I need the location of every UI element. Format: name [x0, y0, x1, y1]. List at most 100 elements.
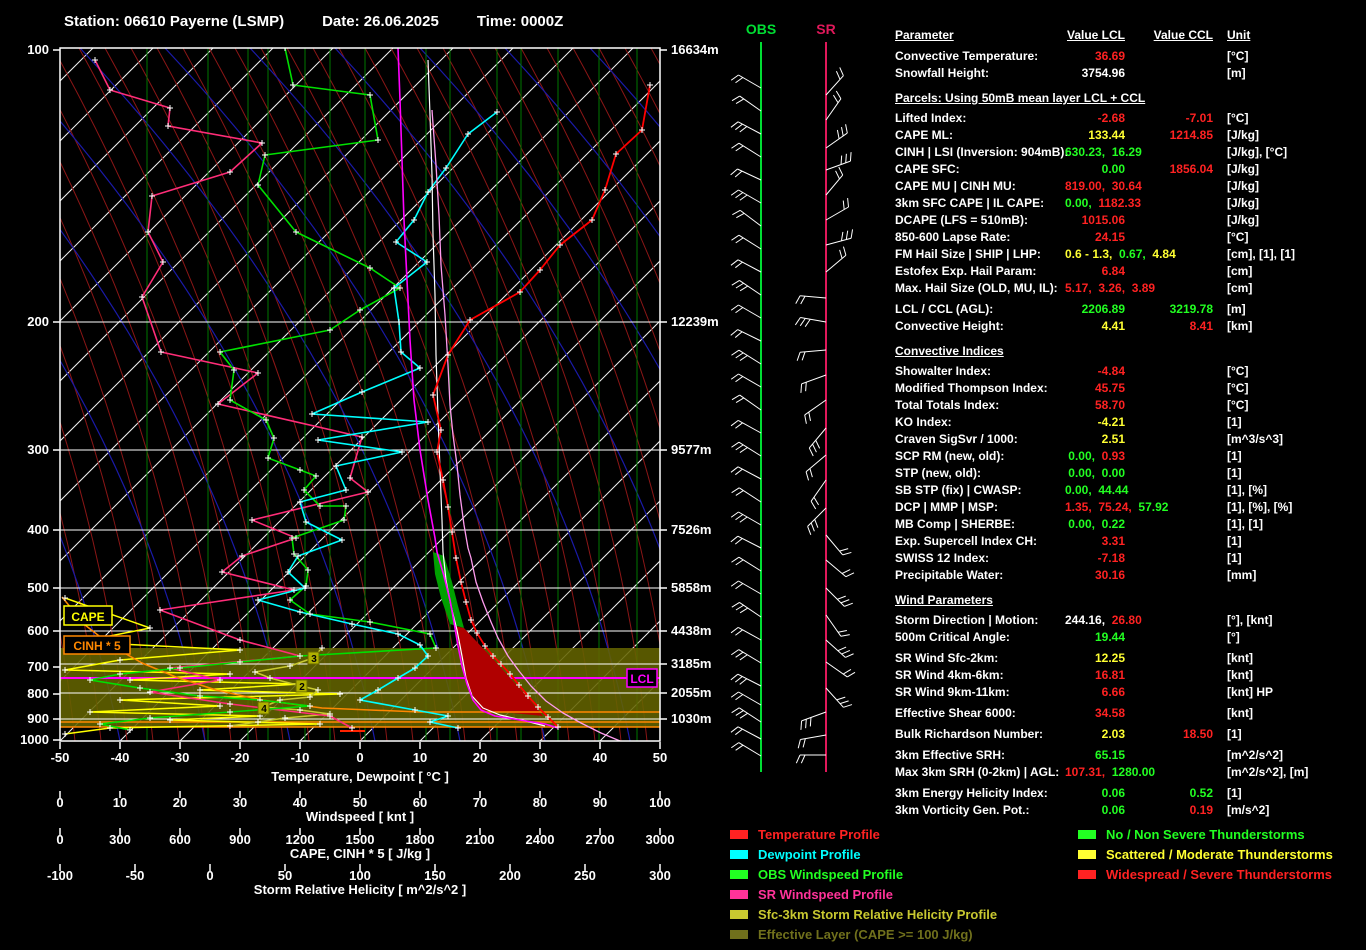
value-ccl [1125, 246, 1213, 263]
header-value-lcl: Value LCL [1066, 28, 1125, 42]
value-lcl: 0.6 - 1.3, 0.67, 4.84 [1065, 247, 1176, 261]
profile-legend-item: Dewpoint Profile [730, 844, 997, 864]
svg-text:4: 4 [261, 704, 267, 715]
param-label: SR Wind Sfc-2km: [895, 651, 999, 665]
unit-label: [m] [1227, 66, 1246, 80]
svg-text:100: 100 [27, 42, 49, 57]
svg-text:40: 40 [293, 795, 307, 810]
svg-text:300: 300 [109, 832, 131, 847]
param-label: Total Totals Index: [895, 398, 1000, 412]
param-label: Craven SigSvr / 1000: [895, 432, 1018, 446]
table-row: CINH | LSI (Inversion: 904mB): 630.23, 16… [895, 144, 1366, 161]
value-ccl [1125, 363, 1213, 380]
unit-label: [°C] [1227, 230, 1249, 244]
svg-text:600: 600 [27, 623, 49, 638]
value-ccl [1125, 178, 1213, 195]
value-lcl: 1.35, 75.24, 57.92 [1065, 500, 1169, 514]
unit-label: [°C] [1227, 398, 1249, 412]
svg-text:Windspeed [ knt ]: Windspeed [ knt ] [306, 809, 414, 824]
value-ccl [1125, 764, 1213, 781]
table-row: Exp. Supercell Index CH: 3.31 [1] [895, 533, 1366, 550]
param-label: Showalter Index: [895, 364, 992, 378]
param-label: DCAPE (LFS = 510mB): [895, 213, 1029, 227]
svg-text:1800: 1800 [406, 832, 435, 847]
svg-text:2: 2 [299, 682, 305, 693]
unit-label: [J/kg] [1227, 213, 1260, 227]
value-ccl [1125, 280, 1213, 297]
table-row: MB Comp | SHERBE: 0.00, 0.22 [1], [1] [895, 516, 1366, 533]
svg-text:2055m: 2055m [671, 685, 711, 700]
value-ccl: 3219.78 [1169, 302, 1213, 316]
value-lcl: 0.00, 0.93 [1068, 449, 1125, 463]
value-lcl: 2.03 [1101, 727, 1125, 741]
svg-text:CINH * 5: CINH * 5 [73, 639, 121, 653]
value-lcl: 0.06 [1101, 803, 1125, 817]
header-parameter: Parameter [895, 28, 954, 42]
value-ccl [1125, 482, 1213, 499]
value-ccl [1125, 629, 1213, 646]
svg-text:2100: 2100 [466, 832, 495, 847]
table-row: Storm Direction | Motion: 244.16, 26.80 [°… [895, 612, 1366, 629]
svg-text:Storm Relative Helicity [ m^2: Storm Relative Helicity [ m^2/s^2 ] [254, 882, 466, 897]
value-lcl: 5.17, 3.26, 3.89 [1065, 281, 1156, 295]
svg-text:OBS: OBS [746, 21, 776, 37]
param-label: 3km SFC CAPE | IL CAPE: [895, 196, 1045, 210]
unit-label: [°C] [1227, 49, 1249, 63]
unit-label: [1] [1227, 449, 1242, 463]
table-row: DCAPE (LFS = 510mB): 1015.06 [J/kg] [895, 212, 1366, 229]
value-lcl: 244.16, 26.80 [1065, 613, 1142, 627]
unit-label: [1], [%], [%] [1227, 500, 1293, 514]
table-row: Convective Temperature: 36.69 [°C] [895, 48, 1366, 65]
svg-text:1500: 1500 [346, 832, 375, 847]
legend-swatch-icon [1078, 869, 1096, 879]
profile-legend-item: OBS Windspeed Profile [730, 864, 997, 884]
table-row: Precipitable Water: 30.16 [mm] [895, 567, 1366, 584]
value-ccl [1125, 380, 1213, 397]
svg-text:3: 3 [311, 654, 317, 665]
legend-swatch-icon [1078, 829, 1096, 839]
param-label: Max. Hail Size (OLD, MU, IL): [895, 281, 1058, 295]
value-ccl [1125, 263, 1213, 280]
severity-legend: No / Non Severe Thunderstorms Scattered /… [1078, 824, 1333, 884]
value-ccl [1125, 550, 1213, 567]
value-ccl [1125, 144, 1213, 161]
table-row: 3km Vorticity Gen. Pot.: 0.06 0.19 [m/s^2] [895, 802, 1366, 819]
param-label: Max 3km SRH (0-2km) | AGL: [895, 765, 1060, 779]
unit-label: [°] [1227, 630, 1240, 644]
header-unit: Unit [1227, 28, 1251, 42]
svg-text:700: 700 [27, 659, 49, 674]
legend-swatch-icon [1078, 849, 1096, 859]
param-label: Lifted Index: [895, 111, 967, 125]
value-ccl [1125, 705, 1213, 722]
svg-text:2400: 2400 [526, 832, 555, 847]
svg-text:40: 40 [593, 750, 607, 765]
value-ccl: 0.52 [1189, 786, 1213, 800]
value-lcl: -4.21 [1097, 415, 1125, 429]
legend-swatch-icon [730, 829, 748, 839]
unit-label: [J/kg] [1227, 162, 1260, 176]
param-label: Estofex Exp. Hail Param: [895, 264, 1037, 278]
unit-label: [°C] [1227, 381, 1249, 395]
param-label: MB Comp | SHERBE: [895, 517, 1016, 531]
value-lcl: 6.84 [1101, 264, 1125, 278]
svg-text:-50: -50 [126, 868, 145, 883]
svg-text:-50: -50 [51, 750, 70, 765]
svg-text:2700: 2700 [586, 832, 615, 847]
table-row: 3km SFC CAPE | IL CAPE: 0.00, 1182.33 [J/k… [895, 195, 1366, 212]
svg-text:5858m: 5858m [671, 580, 711, 595]
unit-label: [J/kg] [1227, 196, 1260, 210]
table-section: Wind Parameters [895, 593, 993, 607]
svg-text:10: 10 [413, 750, 427, 765]
unit-label: [knt] HP [1227, 685, 1273, 699]
svg-text:150: 150 [424, 868, 446, 883]
value-ccl [1125, 229, 1213, 246]
unit-label: [cm] [1227, 264, 1253, 278]
svg-text:100: 100 [649, 795, 671, 810]
svg-text:60: 60 [413, 795, 427, 810]
severity-legend-item: Widespread / Severe Thunderstorms [1078, 864, 1333, 884]
value-lcl: 630.23, 16.29 [1065, 145, 1142, 159]
param-label: 3km Effective SRH: [895, 748, 1006, 762]
table-rows: Convective Temperature: 36.69 [°C] Snowfall… [895, 48, 1366, 819]
unit-label: [°C] [1227, 364, 1249, 378]
param-label: Exp. Supercell Index CH: [895, 534, 1038, 548]
